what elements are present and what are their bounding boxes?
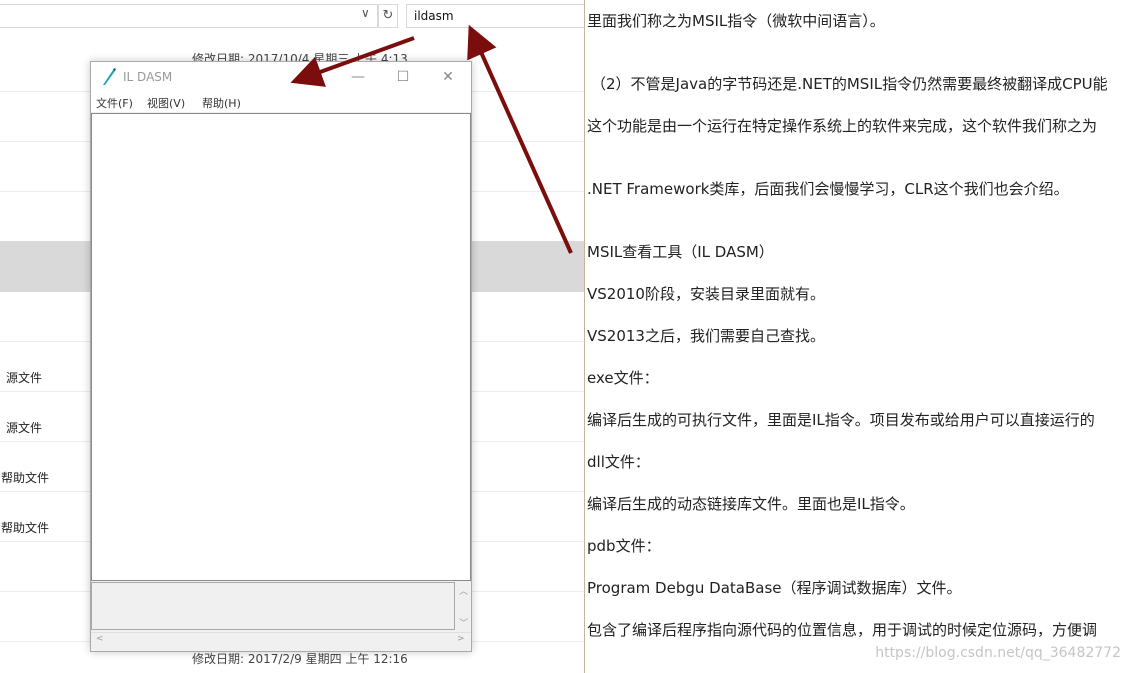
article-paragraph: exe文件： [587, 369, 659, 387]
article-paragraph: 里面我们称之为MSIL指令（微软中间语言）。 [587, 12, 885, 30]
article-paragraph: 这个功能是由一个运行在特定操作系统上的软件来完成，这个软件我们称之为 [587, 117, 1098, 135]
file-type-label[interactable]: 帮助文件 [1, 519, 49, 536]
file-type-label[interactable]: 源文件 [6, 419, 42, 436]
article-paragraph: 编译后生成的可执行文件，里面是IL指令。项目发布或给用户可以直接运行的 [587, 411, 1095, 429]
chevron-down-icon[interactable]: ∨ [361, 6, 370, 20]
ildasm-app-icon [103, 68, 116, 85]
menu-help[interactable]: 帮助(H) [202, 95, 241, 111]
article-paragraph: VS2013之后，我们需要自己查找。 [587, 327, 825, 345]
window-title: IL DASM [123, 70, 173, 84]
address-bar[interactable] [0, 4, 378, 28]
menu-file[interactable]: 文件(F) [96, 95, 133, 111]
scroll-right-icon[interactable]: > [457, 634, 465, 644]
watermark: https://blog.csdn.net/qq_36482772 [875, 645, 1121, 661]
info-text-pane[interactable] [91, 582, 455, 630]
vertical-scrollbar[interactable]: ︿ ﹀ [455, 582, 471, 630]
scroll-down-icon[interactable]: ﹀ [459, 616, 468, 629]
menu-bar: 文件(F) 视图(V) 帮助(H) [91, 92, 471, 112]
file-type-label[interactable]: 帮助文件 [1, 469, 49, 486]
scroll-up-icon[interactable]: ︿ [459, 584, 468, 597]
article-paragraph: VS2010阶段，安装目录里面就有。 [587, 285, 825, 303]
scroll-left-icon[interactable]: < [96, 634, 104, 644]
article-paragraph: pdb文件： [587, 537, 661, 555]
refresh-icon[interactable]: ↻ [378, 4, 398, 28]
ildasm-window: IL DASM — ☐ ✕ 文件(F) 视图(V) 帮助(H) ︿ ﹀ < > [90, 61, 472, 652]
article-paragraph: .NET Framework类库，后面我们会慢慢学习，CLR这个我们也会介绍。 [587, 180, 1069, 198]
article-paragraph: Program Debgu DataBase（程序调试数据库）文件。 [587, 579, 962, 597]
article-paragraph: 包含了编译后程序指向源代码的位置信息，用于调试的时候定位源码，方便调 [587, 621, 1098, 639]
article-paragraph: MSIL查看工具（IL DASM） [587, 243, 774, 261]
file-modified-date: 修改日期: 2017/2/9 星期四 上午 12:16 [192, 652, 408, 666]
menu-view[interactable]: 视图(V) [147, 95, 185, 111]
minimize-icon[interactable]: — [335, 62, 381, 92]
maximize-icon[interactable]: ☐ [380, 62, 426, 92]
title-bar[interactable]: IL DASM — ☐ ✕ [91, 62, 471, 92]
horizontal-scrollbar[interactable]: < > [91, 632, 471, 648]
file-type-label[interactable]: 源文件 [6, 369, 42, 386]
tree-view-pane[interactable] [91, 113, 471, 581]
article-paragraph: dll文件： [587, 453, 650, 471]
article-paragraph: （2）不管是Java的字节码还是.NET的MSIL指令仍然需要最终被翻译成CPU… [591, 75, 1108, 93]
article-paragraph: 编译后生成的动态链接库文件。里面也是IL指令。 [587, 495, 915, 513]
blog-article: 里面我们称之为MSIL指令（微软中间语言）。 （2）不管是Java的字节码还是.… [584, 0, 1129, 673]
close-icon[interactable]: ✕ [425, 62, 471, 92]
search-input[interactable]: ildasm [406, 4, 584, 28]
